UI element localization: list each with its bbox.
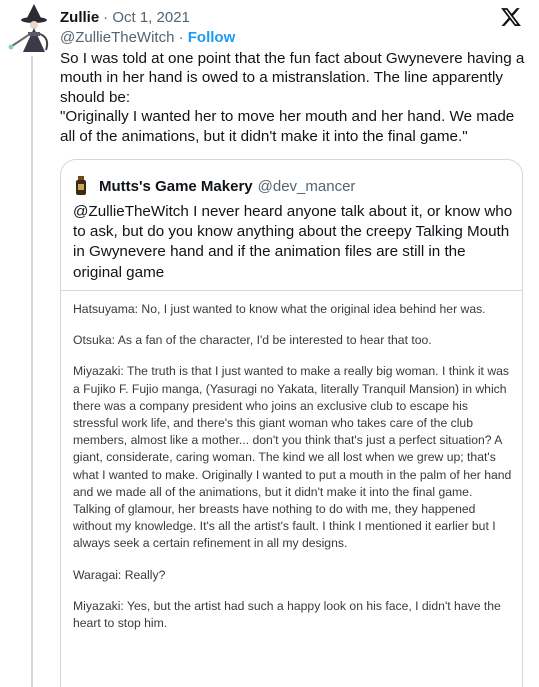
tweet-body: So I was told at one point that the fun … bbox=[60, 49, 530, 146]
tweet: Zullie · Oct 1, 2021 @ZullieTheWitch · F… bbox=[0, 0, 539, 687]
tweet-body-quote-line: "Originally I wanted her to move her mou… bbox=[60, 108, 515, 145]
avatar[interactable] bbox=[6, 4, 58, 56]
quoted-tweet-text: @ZullieTheWitch I never heard anyone tal… bbox=[73, 203, 513, 281]
quoted-author-handle: @dev_mancer bbox=[257, 177, 356, 195]
tweet-body-line: So I was told at one point that the fun … bbox=[60, 50, 525, 106]
image-text-paragraph: Waragai: Really? bbox=[73, 567, 166, 582]
author-handle[interactable]: @ZullieTheWitch bbox=[60, 29, 174, 46]
bottle-avatar-icon bbox=[73, 176, 89, 196]
x-logo-icon[interactable] bbox=[500, 6, 522, 28]
handle-separator: · bbox=[174, 29, 188, 46]
quoted-tweet[interactable]: Mutts's Game Makery @dev_mancer @ZullieT… bbox=[60, 159, 523, 687]
quoted-author-name: Mutts's Game Makery bbox=[99, 177, 253, 195]
image-text-block: Hatsuyama: No, I just wanted to know wha… bbox=[73, 301, 513, 646]
image-text-paragraph: Miyazaki: The truth is that I just wante… bbox=[73, 364, 512, 551]
image-text-paragraph: Otsuka: As a fan of the character, I'd b… bbox=[73, 333, 432, 348]
tweet-header: Zullie · Oct 1, 2021 bbox=[60, 7, 190, 27]
handle-row: @ZullieTheWitch · Follow bbox=[60, 29, 235, 46]
tweet-date[interactable]: · Oct 1, 2021 bbox=[103, 9, 190, 26]
image-text-paragraph: Miyazaki: Yes, but the artist had such a… bbox=[73, 598, 501, 631]
witch-avatar-icon bbox=[8, 4, 49, 52]
quoted-image[interactable]: Hatsuyama: No, I just wanted to know wha… bbox=[61, 290, 522, 687]
quoted-tweet-header: Mutts's Game Makery @dev_mancer bbox=[73, 176, 355, 196]
author-name[interactable]: Zullie bbox=[60, 9, 99, 26]
image-text-paragraph: Hatsuyama: No, I just wanted to know wha… bbox=[73, 302, 486, 316]
thread-line bbox=[31, 56, 33, 687]
follow-button[interactable]: Follow bbox=[188, 29, 236, 46]
